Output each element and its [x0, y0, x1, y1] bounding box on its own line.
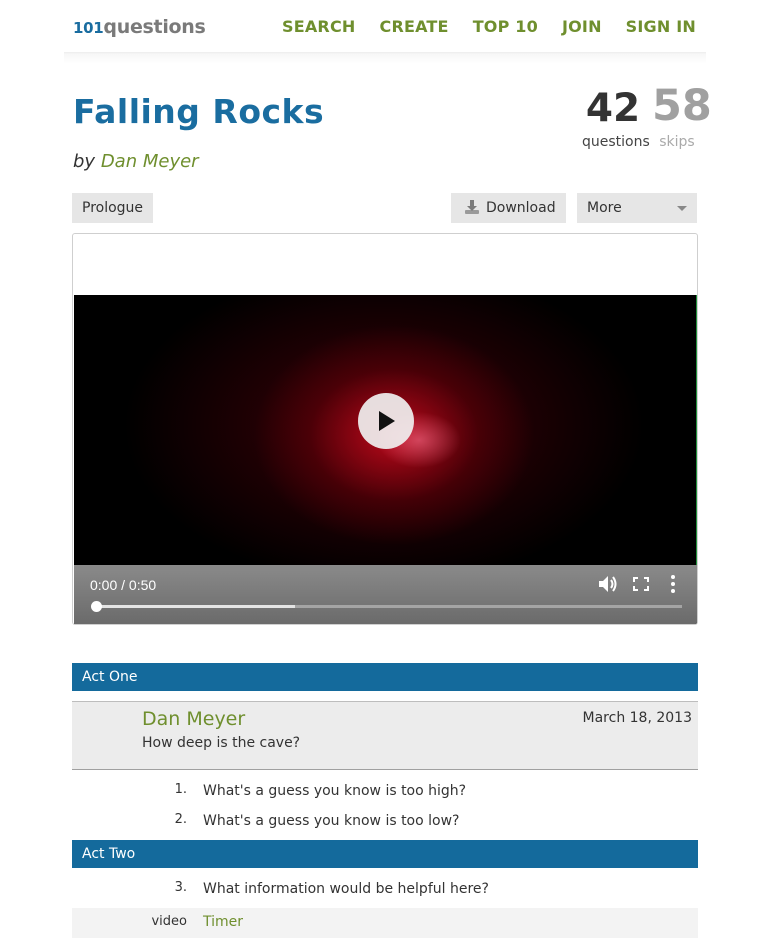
questions-stat: 42 questions: [582, 86, 650, 150]
nav-join[interactable]: JOIN: [562, 17, 602, 36]
nav-sign-in[interactable]: SIGN IN: [626, 17, 696, 36]
play-button[interactable]: [358, 393, 414, 449]
site-header: 101questions SEARCH CREATE TOP 10 JOIN S…: [0, 0, 771, 64]
volume-icon[interactable]: [597, 574, 619, 594]
item-number: 1.: [174, 782, 187, 797]
question-date: March 18, 2013: [582, 710, 692, 726]
byline: by Dan Meyer: [73, 151, 199, 172]
item-number: 2.: [174, 812, 187, 827]
media-kind: video: [151, 914, 187, 929]
item-text: What's a guess you know is too low?: [203, 813, 460, 829]
prologue-button[interactable]: Prologue: [72, 193, 153, 223]
download-icon: [463, 197, 481, 215]
skips-label: skips: [659, 134, 695, 150]
questions-label: questions: [582, 134, 650, 150]
more-label: More: [587, 200, 622, 216]
item-text: What information would be helpful here?: [203, 881, 489, 897]
download-button[interactable]: Download: [451, 193, 566, 223]
video-player[interactable]: 0:00 / 0:50: [74, 295, 697, 624]
more-vert-icon[interactable]: [662, 574, 684, 594]
byline-prefix: by: [73, 151, 96, 172]
item-text: What's a guess you know is too high?: [203, 783, 467, 799]
header-divider: [64, 52, 706, 64]
caret-down-icon: [677, 206, 687, 211]
list-item: 2. What's a guess you know is too low?: [72, 806, 698, 836]
list-item: 1. What's a guess you know is too high?: [72, 776, 698, 806]
site-logo[interactable]: 101questions: [73, 16, 206, 38]
progress-bar[interactable]: [91, 601, 682, 612]
video-container: 0:00 / 0:50: [72, 233, 698, 625]
media-row: video Timer: [72, 908, 698, 938]
main-nav: SEARCH CREATE TOP 10 JOIN SIGN IN: [282, 17, 696, 36]
video-time: 0:00 / 0:50: [90, 577, 157, 593]
download-label: Download: [486, 200, 556, 216]
fullscreen-icon[interactable]: [630, 574, 652, 594]
play-icon: [379, 411, 395, 431]
nav-create[interactable]: CREATE: [380, 17, 449, 36]
scrubber-handle[interactable]: [91, 601, 102, 612]
act-two-header: Act Two: [72, 840, 698, 868]
timer-link[interactable]: Timer: [203, 914, 243, 930]
nav-search[interactable]: SEARCH: [282, 17, 356, 36]
buffered-range: [96, 605, 296, 608]
skips-stat: 58 skips: [652, 81, 712, 151]
video-edge-line: [696, 295, 697, 565]
list-item: 3. What information would be helpful her…: [72, 874, 698, 904]
nav-top-10[interactable]: TOP 10: [473, 17, 538, 36]
questions-count: 42: [585, 86, 641, 131]
item-number: 3.: [174, 880, 187, 895]
author-link[interactable]: Dan Meyer: [101, 151, 199, 172]
question-card: Dan Meyer March 18, 2013 How deep is the…: [72, 701, 698, 770]
question-text: How deep is the cave?: [142, 735, 301, 751]
skips-count: 58: [652, 81, 712, 131]
act-one-header: Act One: [72, 663, 698, 691]
question-author[interactable]: Dan Meyer: [142, 708, 245, 730]
more-dropdown[interactable]: More: [577, 193, 697, 223]
page-title: Falling Rocks: [73, 92, 325, 131]
prologue-label: Prologue: [82, 200, 144, 216]
video-controls: 0:00 / 0:50: [74, 565, 697, 624]
